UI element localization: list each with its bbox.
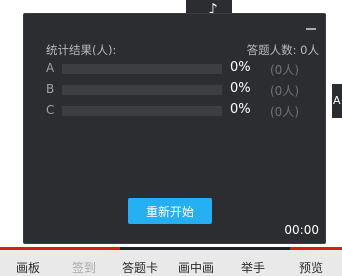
minimize-icon[interactable] — [306, 28, 316, 30]
option-row-a: A 0% (0人) — [46, 60, 321, 78]
option-label: A — [46, 61, 55, 75]
bottom-toolbar: 画板 签到 答题卡 画中画 举手 预览 — [0, 247, 342, 276]
option-row-b: B 0% (0人) — [46, 81, 321, 99]
option-label: C — [46, 103, 55, 117]
toolbar-whiteboard[interactable]: 画板 — [16, 259, 40, 276]
toolbar-preview[interactable]: 预览 — [299, 259, 323, 276]
option-row-c: C 0% (0人) — [46, 102, 321, 120]
option-progress-bar — [62, 85, 222, 95]
right-edge-tab[interactable]: A — [332, 84, 342, 118]
option-count: (0人) — [270, 105, 299, 119]
respondents-count: 答题人数: 0人 — [246, 43, 319, 57]
option-progress-bar — [62, 106, 222, 116]
option-progress-bar — [62, 64, 222, 74]
restart-button[interactable]: 重新开始 — [128, 198, 212, 224]
option-label: B — [46, 82, 55, 96]
option-percent: 0% — [230, 102, 251, 117]
option-percent: 0% — [230, 81, 251, 96]
toolbar-answer-card[interactable]: 答题卡 — [122, 259, 158, 276]
video-strip — [120, 247, 290, 250]
stats-title: 统计结果(人): — [46, 43, 117, 57]
option-percent: 0% — [230, 60, 251, 75]
option-count: (0人) — [270, 84, 299, 98]
timer: 00:00 — [284, 223, 319, 237]
toolbar-raise-hand[interactable]: 举手 — [241, 259, 265, 276]
toolbar-checkin[interactable]: 签到 — [72, 259, 96, 276]
option-count: (0人) — [270, 63, 299, 77]
toolbar-picture-in-picture[interactable]: 画中画 — [178, 259, 214, 276]
answer-stats-panel: 统计结果(人): 答题人数: 0人 A 0% (0人) B 0% (0人) C … — [23, 13, 326, 244]
